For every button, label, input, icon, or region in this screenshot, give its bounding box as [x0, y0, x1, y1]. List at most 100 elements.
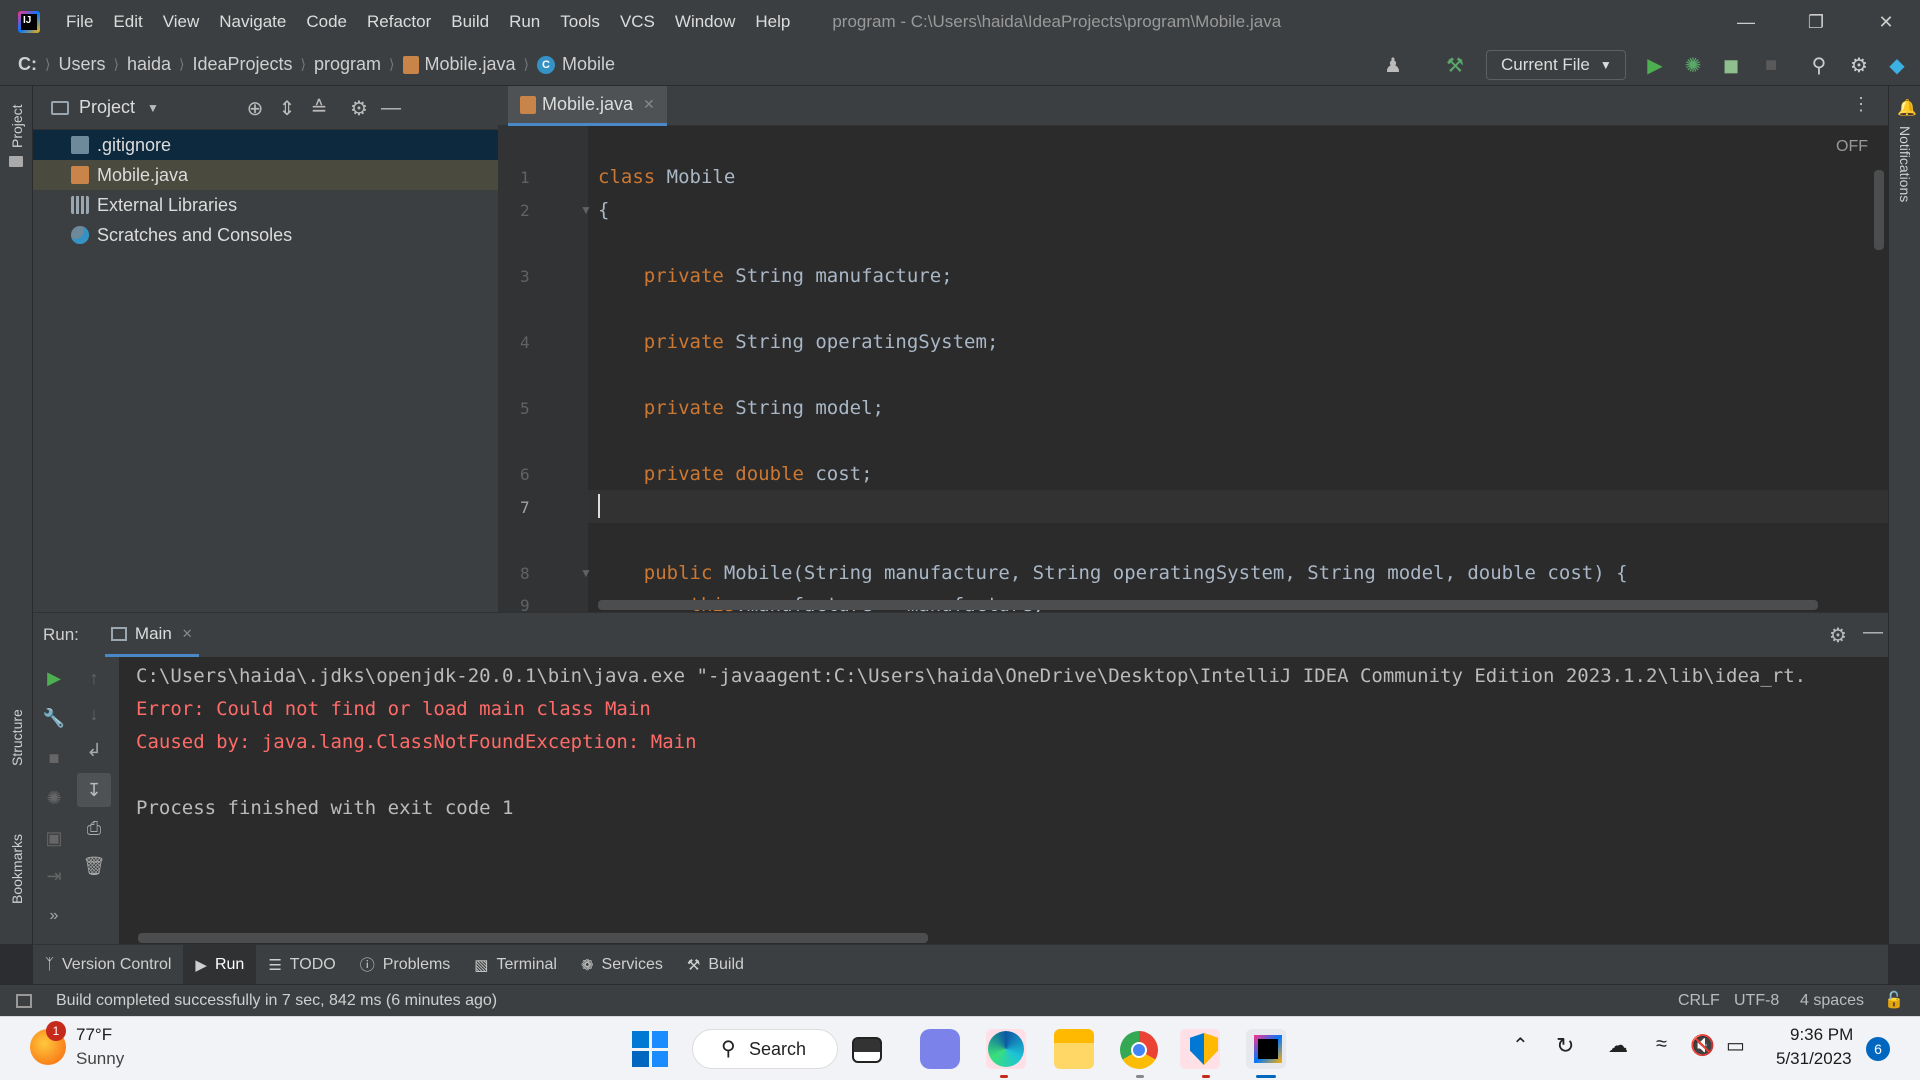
build-hammer-icon[interactable]: ⚒ — [1442, 52, 1468, 78]
clock-time[interactable]: 9:36 PM — [1790, 1025, 1853, 1045]
tab-todo[interactable]: ☰ TODO — [256, 945, 347, 985]
inspection-status[interactable]: OFF — [1836, 138, 1868, 156]
menu-code[interactable]: Code — [306, 12, 347, 32]
weather-temp[interactable]: 77°F — [76, 1025, 112, 1045]
settings-gear-icon[interactable]: ⚙ — [1846, 52, 1872, 78]
up-arrow-icon[interactable]: ↑ — [81, 665, 107, 691]
breadcrumb-file[interactable]: Mobile.java — [425, 54, 516, 75]
menu-navigate[interactable]: Navigate — [219, 12, 286, 32]
project-panel-title[interactable]: Project — [79, 97, 135, 118]
search-icon[interactable]: ⚲ — [1806, 52, 1832, 78]
horizontal-scrollbar[interactable] — [598, 600, 1818, 610]
code-line[interactable]: class Mobile — [598, 166, 735, 188]
menu-build[interactable]: Build — [451, 12, 489, 32]
hide-icon[interactable]: — — [1863, 621, 1883, 644]
close-tab-icon[interactable]: ✕ — [643, 96, 655, 113]
menu-run[interactable]: Run — [509, 12, 540, 32]
user-icon[interactable]: ♟ — [1380, 52, 1406, 78]
more-options-icon[interactable]: ⋮ — [1852, 94, 1870, 115]
chevron-up-icon[interactable]: ⌃ — [1512, 1033, 1529, 1058]
breadcrumb-program[interactable]: program — [314, 54, 381, 75]
horizontal-scrollbar[interactable] — [138, 933, 928, 943]
tree-item-mobile-java[interactable]: Mobile.java — [33, 160, 498, 190]
tab-run[interactable]: ▶ Run — [183, 944, 257, 985]
tree-item-gitignore[interactable]: .gitignore — [33, 130, 498, 160]
code-line[interactable]: private double cost; — [598, 463, 873, 485]
menu-vcs[interactable]: VCS — [620, 12, 655, 32]
notifications-tool-button[interactable]: Notifications — [1897, 126, 1913, 202]
down-arrow-icon[interactable]: ↓ — [81, 701, 107, 727]
restore-button[interactable]: ❐ — [1786, 0, 1846, 44]
edge-browser-icon[interactable] — [988, 1031, 1024, 1067]
menu-tools[interactable]: Tools — [560, 12, 600, 32]
tab-services[interactable]: ❁ Services — [569, 945, 675, 985]
rerun-icon[interactable]: ▶ — [41, 665, 67, 691]
debug-icon[interactable]: ✺ — [1680, 52, 1706, 78]
code-line[interactable]: private String operatingSystem; — [598, 331, 999, 353]
code-line[interactable]: private String model; — [598, 397, 884, 419]
wifi-icon[interactable]: ≈ — [1656, 1033, 1667, 1056]
soft-wrap-icon[interactable]: ↲ — [81, 737, 107, 763]
coverage-icon[interactable]: ◼ — [1718, 52, 1744, 78]
fold-icon[interactable]: ▼ — [580, 203, 592, 217]
settings-gear-icon[interactable]: ⚙ — [347, 96, 371, 120]
code-line[interactable]: { — [598, 199, 609, 221]
expand-all-icon[interactable]: ⇕ — [275, 96, 299, 120]
breadcrumb-drive[interactable]: C: — [18, 54, 37, 75]
tab-mobile-java[interactable]: Mobile.java ✕ — [508, 86, 667, 126]
file-explorer-icon[interactable] — [1054, 1029, 1094, 1069]
structure-tool-button[interactable]: Structure — [9, 709, 25, 766]
tab-problems[interactable]: ⓘ Problems — [348, 945, 463, 985]
menu-view[interactable]: View — [163, 12, 200, 32]
toggle-tool-windows-icon[interactable] — [16, 993, 32, 1008]
teams-chat-icon[interactable] — [920, 1029, 960, 1069]
breadcrumb-ideaprojects[interactable]: IdeaProjects — [192, 54, 292, 75]
weather-desc[interactable]: Sunny — [76, 1049, 124, 1069]
collapse-all-icon[interactable]: ≙ — [307, 96, 331, 120]
menu-window[interactable]: Window — [675, 12, 735, 32]
print-icon[interactable]: ⎙ — [81, 815, 107, 841]
tab-terminal[interactable]: ▧ Terminal — [462, 945, 569, 985]
bookmarks-tool-button[interactable]: Bookmarks — [9, 834, 25, 904]
code-line[interactable]: private String manufacture; — [598, 265, 953, 287]
lock-icon[interactable]: 🔓 — [1884, 990, 1904, 1010]
login-icon[interactable]: ⇥ — [41, 863, 67, 889]
jetbrains-ai-icon[interactable]: ◆ — [1884, 52, 1910, 78]
fold-icon[interactable]: ▼ — [580, 566, 592, 580]
start-windows-icon[interactable] — [632, 1031, 668, 1067]
taskbar-search[interactable]: ⚲ Search — [692, 1029, 838, 1069]
menu-help[interactable]: Help — [755, 12, 790, 32]
volume-muted-icon[interactable]: 🔇 — [1690, 1033, 1715, 1058]
menu-refactor[interactable]: Refactor — [367, 12, 431, 32]
notifications-bell-icon[interactable]: 🔔 — [1897, 98, 1917, 118]
notification-count-badge[interactable]: 6 — [1866, 1037, 1890, 1061]
clock-date[interactable]: 5/31/2023 — [1776, 1049, 1852, 1069]
tab-main[interactable]: Main ✕ — [104, 613, 199, 657]
wrench-icon[interactable]: 🔧 — [41, 705, 67, 731]
task-view-icon[interactable] — [852, 1037, 882, 1063]
settings-gear-icon[interactable]: ⚙ — [1829, 623, 1847, 648]
locate-icon[interactable]: ⊕ — [243, 96, 267, 120]
breadcrumb-class[interactable]: Mobile — [562, 54, 615, 75]
menu-file[interactable]: File — [66, 12, 93, 32]
breadcrumb-haida[interactable]: haida — [127, 54, 171, 75]
debug-icon[interactable]: ✺ — [41, 785, 67, 811]
scroll-to-end-icon[interactable]: ↧ — [77, 773, 111, 807]
status-message[interactable]: Build completed successfully in 7 sec, 8… — [56, 992, 497, 1010]
project-tool-button[interactable]: Project — [9, 104, 25, 148]
stop-icon[interactable]: ■ — [1758, 52, 1784, 78]
minimize-button[interactable]: — — [1716, 0, 1776, 44]
file-encoding[interactable]: UTF-8 — [1734, 992, 1779, 1010]
menu-edit[interactable]: Edit — [113, 12, 142, 32]
hide-icon[interactable]: — — [379, 96, 403, 120]
tree-item-external-libraries[interactable]: External Libraries — [33, 190, 498, 220]
trash-icon[interactable]: 🗑 — [81, 853, 107, 879]
breadcrumb-users[interactable]: Users — [58, 54, 105, 75]
onedrive-cloud-icon[interactable]: ☁ — [1608, 1033, 1628, 1058]
run-icon[interactable]: ▶ — [1642, 52, 1668, 78]
run-config-dropdown[interactable]: Current File ▼ — [1486, 50, 1626, 80]
tree-item-scratches[interactable]: Scratches and Consoles — [33, 220, 498, 250]
battery-icon[interactable]: ▭ — [1726, 1033, 1745, 1058]
chevron-down-icon[interactable]: ▼ — [147, 101, 159, 115]
tab-version-control[interactable]: ᛉ Version Control — [33, 945, 183, 985]
